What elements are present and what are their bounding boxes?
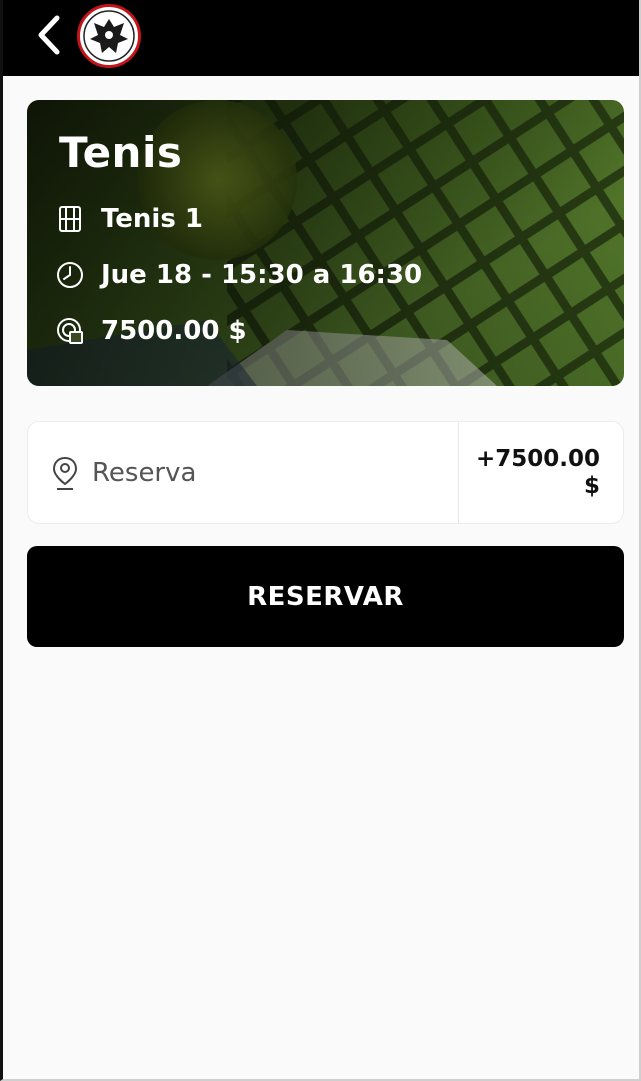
price-icon (55, 316, 85, 346)
datetime-row: Jue 18 - 15:30 a 16:30 (55, 260, 422, 290)
amount-value: +7500.00 (475, 446, 600, 472)
court-icon (55, 204, 85, 234)
location-pin-icon (52, 456, 78, 492)
court-name: Tenis 1 (101, 204, 203, 234)
clock-icon (55, 260, 85, 290)
price-row: 7500.00 $ (55, 316, 247, 346)
divider (458, 422, 459, 523)
price-value: 7500.00 $ (101, 316, 247, 346)
line-item-label: Reserva (92, 458, 197, 488)
activity-card: Tenis Tenis 1 Jue 18 - 15:30 a 16:30 750… (27, 100, 624, 386)
back-button[interactable] (31, 12, 67, 58)
chevron-left-icon (38, 15, 60, 55)
app-screen: Tenis Tenis 1 Jue 18 - 15:30 a 16:30 750… (0, 0, 641, 1081)
top-bar (3, 0, 639, 76)
court-row: Tenis 1 (55, 204, 203, 234)
reservation-line-item: Reserva +7500.00 $ (27, 421, 624, 524)
amount-currency: $ (583, 473, 600, 499)
activity-title: Tenis (59, 128, 183, 177)
reserve-button[interactable]: RESERVAR (27, 546, 624, 647)
club-crest-logo (77, 4, 141, 68)
booking-datetime: Jue 18 - 15:30 a 16:30 (101, 260, 423, 290)
line-item-amount: +7500.00 $ (460, 446, 600, 500)
